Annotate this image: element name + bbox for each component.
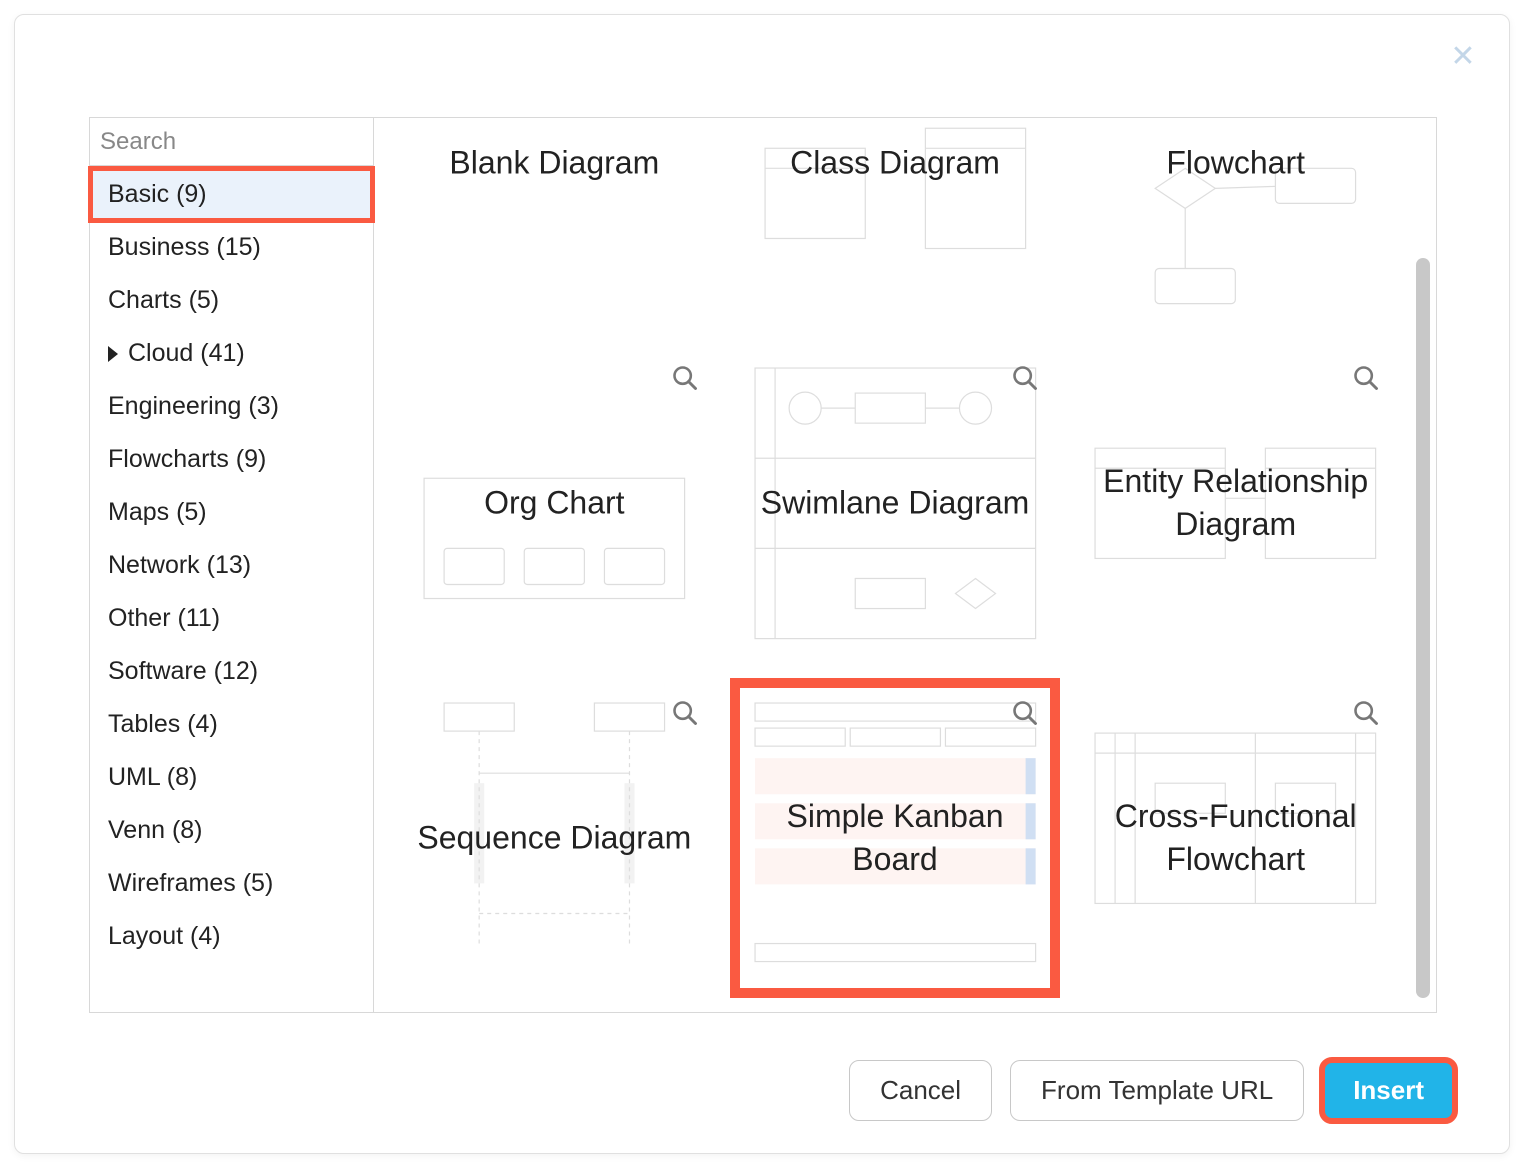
template-label: Simple Kanban Board [751,795,1040,881]
template-simple-kanban-board[interactable]: Simple Kanban Board [735,683,1056,993]
insert-button-highlight: Insert [1322,1060,1455,1121]
template-entity-relationship-diagram[interactable]: Entity Relationship Diagram [1075,348,1396,658]
template-label: Cross-Functional Flowchart [1091,795,1380,881]
insert-button[interactable]: Insert [1322,1060,1455,1121]
template-flowchart[interactable]: Flowchart [1075,118,1396,318]
category-label: UML (8) [108,763,197,792]
zoom-icon[interactable] [671,699,699,727]
template-label: Org Chart [410,481,699,524]
category-label: Other (11) [108,604,220,633]
category-label: Network (13) [108,551,251,580]
sidebar-item-flowcharts[interactable]: Flowcharts (9) [90,433,373,486]
sidebar-item-network[interactable]: Network (13) [90,539,373,592]
sidebar-item-tables[interactable]: Tables (4) [90,698,373,751]
category-label: Cloud (41) [128,339,245,368]
sidebar-item-cloud[interactable]: Cloud (41) [90,327,373,380]
category-label: Business (15) [108,233,261,262]
sidebar-item-business[interactable]: Business (15) [90,221,373,274]
template-cross-functional-flowchart[interactable]: Cross-Functional Flowchart [1075,683,1396,993]
zoom-icon[interactable] [1011,699,1039,727]
category-label: Tables (4) [108,710,218,739]
scrollbar[interactable] [1416,258,1430,998]
category-list: Basic (9) Business (15) Charts (5) Cloud… [90,166,373,1012]
sidebar-item-other[interactable]: Other (11) [90,592,373,645]
category-label: Flowcharts (9) [108,445,266,474]
sidebar-item-basic[interactable]: Basic (9) [90,168,373,221]
template-blank-diagram[interactable]: Blank Diagram [394,118,715,318]
template-label: Swimlane Diagram [751,481,1040,524]
from-template-url-button[interactable]: From Template URL [1010,1060,1304,1121]
sidebar-item-engineering[interactable]: Engineering (3) [90,380,373,433]
category-label: Software (12) [108,657,258,686]
expand-arrow-icon [108,346,118,362]
category-label: Maps (5) [108,498,207,527]
search-row [90,118,373,166]
category-label: Engineering (3) [108,392,279,421]
sidebar-item-maps[interactable]: Maps (5) [90,486,373,539]
template-org-chart[interactable]: Org Chart [394,348,715,658]
category-label: Layout (4) [108,922,221,951]
template-sequence-diagram[interactable]: Sequence Diagram [394,683,715,993]
cancel-button[interactable]: Cancel [849,1060,992,1121]
zoom-icon[interactable] [1352,364,1380,392]
sidebar-item-charts[interactable]: Charts (5) [90,274,373,327]
template-label: Flowchart [1091,141,1380,184]
template-label: Blank Diagram [410,141,699,184]
category-label: Basic (9) [108,180,207,209]
sidebar-item-layout[interactable]: Layout (4) [90,910,373,963]
category-label: Venn (8) [108,816,203,845]
template-label: Sequence Diagram [410,816,699,859]
sidebar-item-venn[interactable]: Venn (8) [90,804,373,857]
search-input[interactable] [100,128,410,156]
template-swimlane-diagram[interactable]: Swimlane Diagram [735,348,1056,658]
category-label: Charts (5) [108,286,219,315]
template-picker-dialog: ✕ Basic (9) Business (15) Charts (5) [14,14,1510,1154]
template-grid: Blank Diagram Class Diagram [374,118,1436,1012]
zoom-icon[interactable] [671,364,699,392]
zoom-icon[interactable] [1352,699,1380,727]
main-panel: Basic (9) Business (15) Charts (5) Cloud… [89,117,1437,1013]
close-icon[interactable]: ✕ [1449,43,1477,71]
template-label: Entity Relationship Diagram [1091,460,1380,546]
sidebar-item-uml[interactable]: UML (8) [90,751,373,804]
sidebar: Basic (9) Business (15) Charts (5) Cloud… [90,118,374,1012]
dialog-footer: Cancel From Template URL Insert [849,1060,1455,1121]
template-label: Class Diagram [751,141,1040,184]
category-label: Wireframes (5) [108,869,273,898]
zoom-icon[interactable] [1011,364,1039,392]
template-class-diagram[interactable]: Class Diagram [735,118,1056,318]
sidebar-item-wireframes[interactable]: Wireframes (5) [90,857,373,910]
sidebar-item-software[interactable]: Software (12) [90,645,373,698]
